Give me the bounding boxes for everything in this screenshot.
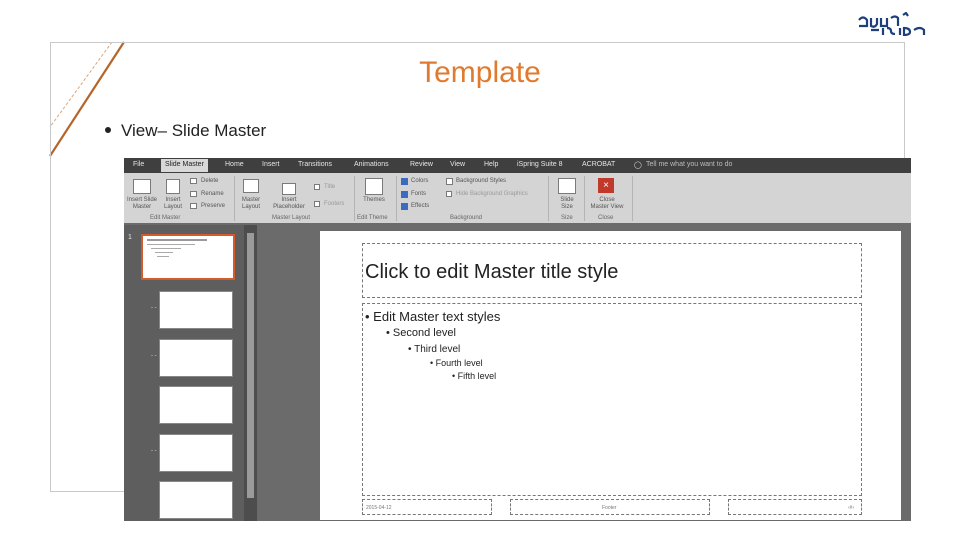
thumbnail-indent-marker: - - [151, 353, 157, 359]
group-master-layout: Master Layout [272, 215, 311, 221]
lightbulb-icon: ◯ [634, 162, 642, 169]
brand-logo [858, 12, 926, 36]
ribbon-separator [234, 176, 235, 221]
ribbon-tab-bar: File Slide Master Home Insert Transition… [124, 158, 911, 173]
insert-placeholder-icon[interactable] [282, 183, 296, 195]
close-master-view-icon[interactable]: × [598, 178, 614, 193]
rename-icon [190, 191, 197, 197]
thumbnail-layout[interactable] [159, 339, 233, 377]
delete-button[interactable]: Delete [201, 178, 218, 185]
tab-ispring[interactable]: iSpring Suite 8 [517, 161, 563, 168]
rename-button[interactable]: Rename [201, 191, 224, 198]
themes-button[interactable]: Themes [358, 197, 390, 204]
effects-icon [401, 203, 408, 210]
footer-text: Footer [602, 505, 617, 511]
group-size: Size [561, 215, 573, 221]
insert-placeholder-button[interactable]: Insert Placeholder [267, 197, 311, 211]
group-edit-theme: Edit Theme [357, 215, 388, 221]
tab-insert[interactable]: Insert [262, 161, 280, 168]
title-checkbox[interactable] [314, 184, 320, 190]
group-edit-master: Edit Master [150, 215, 181, 221]
tell-me-search[interactable]: Tell me what you want to do [646, 161, 732, 168]
delete-icon [190, 178, 197, 184]
themes-icon[interactable] [365, 178, 383, 195]
slide-title: Template [419, 56, 541, 89]
effects-dropdown[interactable]: Effects [411, 203, 429, 210]
footers-checkbox[interactable] [314, 201, 320, 207]
insert-slide-master-icon[interactable] [133, 179, 151, 194]
master-level-3: • Third level [408, 344, 461, 355]
close-master-view-button[interactable]: Close Master View [586, 197, 628, 211]
preserve-icon [190, 203, 197, 209]
hide-background-graphics-label: Hide Background Graphics [456, 191, 528, 197]
thumbnail-indent-marker: - - [151, 305, 157, 311]
hide-background-graphics-checkbox[interactable] [446, 191, 452, 197]
tab-home[interactable]: Home [225, 161, 244, 168]
slide-master-canvas[interactable]: Click to edit Master title style • Edit … [320, 231, 901, 520]
master-layout-button[interactable]: Master Layout [236, 197, 266, 211]
background-styles-icon [446, 178, 453, 185]
insert-slide-master-button[interactable]: Insert Slide Master [124, 197, 160, 211]
ribbon-separator [548, 176, 549, 221]
footer-date: 2015-04-12 [366, 505, 392, 511]
insert-layout-button[interactable]: Insert Layout [160, 197, 186, 211]
fonts-dropdown[interactable]: Fonts [411, 191, 426, 198]
ribbon-separator [354, 176, 355, 221]
ribbon-separator [632, 176, 633, 221]
group-background: Background [450, 215, 483, 221]
footer-slide-number: ‹#› [848, 505, 855, 511]
fonts-icon [401, 191, 408, 198]
thumbnail-scroll-thumb[interactable] [247, 233, 254, 498]
footers-checkbox-label: Footers [324, 201, 345, 207]
slide-size-icon[interactable] [558, 178, 576, 194]
colors-dropdown[interactable]: Colors [411, 178, 428, 185]
background-styles-dropdown[interactable]: Background Styles [456, 178, 506, 185]
thumbnail-layout[interactable] [159, 481, 233, 519]
tab-transitions[interactable]: Transitions [298, 161, 332, 168]
master-layout-icon[interactable] [243, 179, 259, 193]
bullet-dot [105, 126, 111, 133]
colors-icon [401, 178, 408, 185]
preserve-button[interactable]: Preserve [201, 203, 225, 210]
master-level-2: • Second level [386, 327, 456, 339]
thumbnail-layout[interactable] [159, 291, 233, 329]
tab-view[interactable]: View [450, 161, 465, 168]
tab-acrobat[interactable]: ACROBAT [582, 161, 615, 168]
slide-size-button[interactable]: Slide Size [552, 197, 582, 211]
slide-bullet-text: View– Slide Master [121, 121, 267, 140]
tab-animations[interactable]: Animations [354, 161, 389, 168]
slide-bullet: View– Slide Master [105, 121, 266, 141]
master-level-4: • Fourth level [430, 358, 483, 368]
slide-number-placeholder[interactable] [728, 499, 862, 515]
group-close: Close [598, 215, 614, 221]
insert-layout-icon[interactable] [166, 179, 180, 194]
master-level-5: • Fifth level [452, 371, 497, 381]
master-title-text: Click to edit Master title style [365, 261, 619, 283]
thumbnail-indent-marker: - - [151, 448, 157, 454]
thumbnail-slide-master[interactable] [141, 234, 235, 280]
thumbnail-layout[interactable] [159, 434, 233, 472]
master-level-1: • Edit Master text styles [365, 309, 501, 324]
powerpoint-screenshot: File Slide Master Home Insert Transition… [124, 158, 911, 521]
title-checkbox-label: Title [324, 184, 336, 190]
thumbnail-layout[interactable] [159, 386, 233, 424]
ribbon-separator [396, 176, 397, 221]
thumbnail-number: 1 [128, 234, 132, 241]
tab-file[interactable]: File [133, 161, 144, 168]
tab-slide-master[interactable]: Slide Master [161, 159, 208, 172]
tab-review[interactable]: Review [410, 161, 433, 168]
tab-help[interactable]: Help [484, 161, 498, 168]
ribbon-separator [584, 176, 585, 221]
